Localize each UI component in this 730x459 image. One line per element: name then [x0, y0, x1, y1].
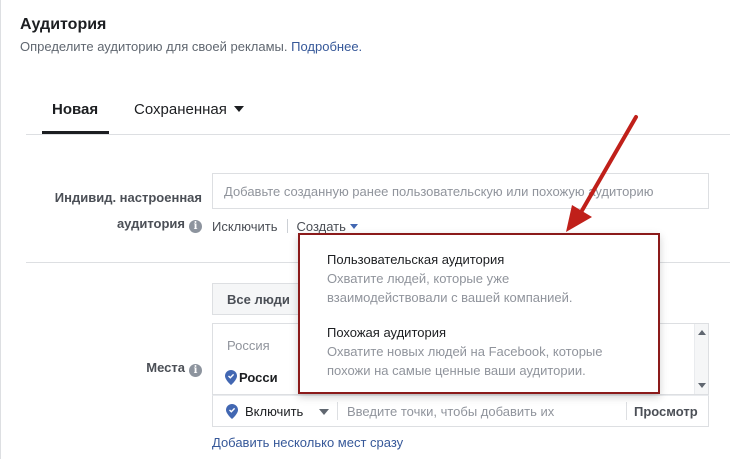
custom-audience-actions: Исключить Создать	[212, 219, 358, 234]
scroll-down-icon[interactable]	[698, 383, 706, 388]
action-separator	[286, 219, 288, 233]
locations-scrollbar[interactable]	[694, 324, 708, 394]
page-title: Аудитория	[20, 16, 107, 33]
custom-audience-input[interactable]: Добавьте созданную ранее пользовательску…	[212, 173, 709, 209]
field-separator	[337, 402, 338, 420]
subtitle: Определите аудиторию для своей рекламы. …	[20, 39, 362, 54]
info-icon[interactable]: i	[189, 364, 202, 377]
custom-audience-label: Индивид. настроенная аудитория i	[50, 185, 202, 237]
menu-item-custom-audience[interactable]: Пользовательская аудитория Охватите люде…	[327, 252, 573, 307]
tab-saved[interactable]: Сохраненная	[134, 101, 244, 118]
chevron-down-icon[interactable]	[319, 409, 329, 415]
preview-button[interactable]: Просмотр	[634, 404, 698, 419]
menu-item-desc: Охватите новых людей на Facebook, которы…	[327, 344, 603, 359]
include-dropdown[interactable]: Включить	[245, 404, 303, 419]
selected-location: Росси	[239, 370, 278, 385]
menu-item-desc: Охватите людей, которые уже	[327, 271, 510, 286]
menu-item-lookalike-audience[interactable]: Похожая аудитория Охватите новых людей н…	[327, 325, 603, 380]
tabs-divider	[26, 134, 730, 135]
locations-label: Места i	[50, 360, 202, 377]
menu-item-title: Пользовательская аудитория	[327, 252, 505, 267]
exclude-link[interactable]: Исключить	[212, 219, 278, 234]
chevron-down-icon	[349, 224, 358, 229]
location-pin-icon	[225, 370, 237, 385]
tab-saved-label: Сохраненная	[134, 101, 227, 118]
menu-item-desc: взаимодействовали с вашей компанией.	[327, 290, 573, 305]
tab-new[interactable]: Новая	[52, 101, 98, 118]
chevron-down-icon	[233, 106, 244, 112]
menu-item-title: Похожая аудитория	[327, 325, 447, 340]
custom-audience-label-line1: Индивид. настроенная	[54, 190, 202, 205]
location-pin-icon	[226, 404, 238, 419]
create-audience-menu: Пользовательская аудитория Охватите люде…	[298, 233, 660, 394]
location-search-input[interactable]: Введите точки, чтобы добавить их	[347, 404, 554, 419]
location-search-row: Включить Введите точки, чтобы добавить и…	[212, 395, 709, 427]
subtitle-text: Определите аудиторию для своей рекламы.	[20, 39, 288, 54]
field-separator	[626, 402, 627, 420]
bulk-locations-link[interactable]: Добавить несколько мест сразу	[212, 435, 403, 450]
info-icon[interactable]: i	[189, 220, 202, 233]
all-people-button[interactable]: Все люди	[212, 283, 302, 315]
custom-audience-label-line2: аудитория i	[50, 211, 202, 237]
scroll-up-icon[interactable]	[698, 330, 706, 335]
create-link[interactable]: Создать	[297, 219, 358, 234]
menu-item-desc: похожи на самые ценные ваши аудитории.	[327, 363, 586, 378]
learn-more-link[interactable]: Подробнее.	[291, 39, 362, 54]
country-group-header: Россия	[227, 338, 270, 353]
